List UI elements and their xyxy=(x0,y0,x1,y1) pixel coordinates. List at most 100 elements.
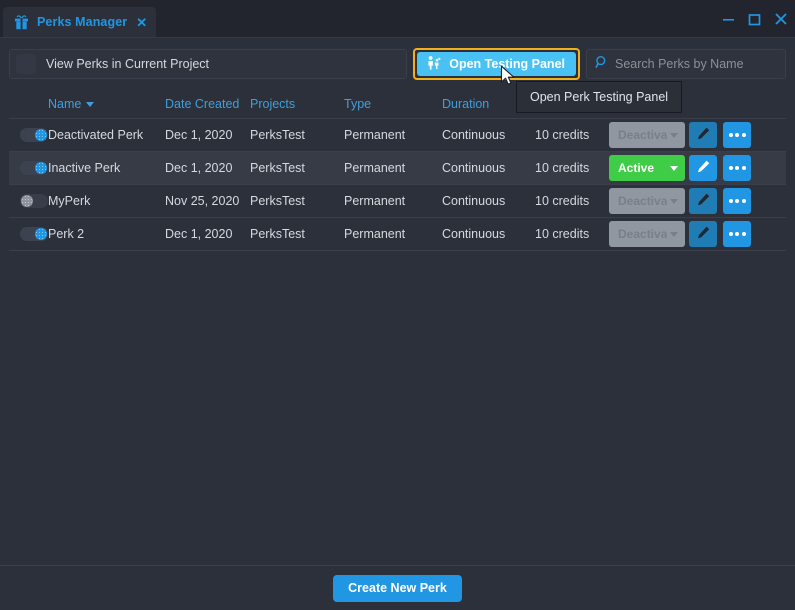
chevron-down-icon xyxy=(670,133,678,138)
perk-enabled-toggle[interactable] xyxy=(20,227,48,241)
person-testing-icon xyxy=(426,55,441,73)
state-cell: Active xyxy=(609,155,689,181)
perk-date: Nov 25, 2020 xyxy=(165,194,250,208)
search-box[interactable] xyxy=(586,49,786,79)
perk-enabled-toggle[interactable] xyxy=(20,194,48,208)
minimize-icon[interactable] xyxy=(722,13,735,31)
perk-project: PerksTest xyxy=(250,161,344,175)
state-cell: Deactiva xyxy=(609,221,689,247)
pencil-icon xyxy=(696,159,711,177)
column-header-name[interactable]: Name xyxy=(48,97,165,111)
more-cell xyxy=(723,221,757,247)
toggle-knob xyxy=(35,162,47,174)
perk-enabled-toggle[interactable] xyxy=(20,161,48,175)
column-header-type[interactable]: Type xyxy=(344,97,442,111)
perks-manager-window: Perks Manager ✕ View Perks in Current Pr… xyxy=(0,0,795,610)
perk-project: PerksTest xyxy=(250,227,344,241)
more-cell xyxy=(723,188,757,214)
perks-panel: View Perks in Current Project Open Testi… xyxy=(0,37,795,610)
pencil-icon xyxy=(696,192,711,210)
perk-cost: 10 credits xyxy=(535,194,609,208)
toggle-cell xyxy=(9,161,48,175)
maximize-icon[interactable] xyxy=(748,13,761,31)
chevron-down-icon xyxy=(670,199,678,204)
perk-state-dropdown[interactable]: Deactiva xyxy=(609,188,685,214)
edit-perk-button[interactable] xyxy=(689,221,717,247)
edit-perk-button[interactable] xyxy=(689,122,717,148)
table-row[interactable]: Inactive PerkDec 1, 2020PerksTestPermane… xyxy=(9,152,786,185)
open-testing-panel-button[interactable]: Open Testing Panel xyxy=(417,52,576,76)
table-row[interactable]: MyPerkNov 25, 2020PerksTestPermanentCont… xyxy=(9,185,786,218)
open-testing-panel-label: Open Testing Panel xyxy=(449,57,565,71)
edit-perk-button[interactable] xyxy=(689,188,717,214)
toolbar: View Perks in Current Project Open Testi… xyxy=(9,47,786,81)
tooltip: Open Perk Testing Panel xyxy=(516,81,682,113)
perk-project: PerksTest xyxy=(250,128,344,142)
perk-state-label: Deactiva xyxy=(618,194,667,208)
title-bar: Perks Manager ✕ xyxy=(0,0,795,37)
gift-icon xyxy=(13,14,30,31)
view-current-project-checkbox[interactable] xyxy=(16,54,36,74)
perk-name: Deactivated Perk xyxy=(48,128,165,142)
close-icon[interactable] xyxy=(774,12,788,31)
toggle-cell xyxy=(9,128,48,142)
perk-date: Dec 1, 2020 xyxy=(165,161,250,175)
perk-type: Permanent xyxy=(344,128,442,142)
edit-cell xyxy=(689,122,723,148)
column-header-projects[interactable]: Projects xyxy=(250,97,344,111)
more-actions-button[interactable] xyxy=(723,122,751,148)
window-controls xyxy=(722,12,788,31)
tab-perks-manager[interactable]: Perks Manager ✕ xyxy=(3,7,156,37)
perk-duration: Continuous xyxy=(442,161,535,175)
more-cell xyxy=(723,155,757,181)
ellipsis-icon xyxy=(729,199,746,203)
perk-date: Dec 1, 2020 xyxy=(165,227,250,241)
perk-cost: 10 credits xyxy=(535,128,609,142)
search-input[interactable] xyxy=(615,57,777,71)
perk-date: Dec 1, 2020 xyxy=(165,128,250,142)
footer: Create New Perk xyxy=(0,565,795,610)
view-current-project-label: View Perks in Current Project xyxy=(46,57,209,71)
more-actions-button[interactable] xyxy=(723,221,751,247)
perk-state-label: Deactiva xyxy=(618,128,667,142)
perk-duration: Continuous xyxy=(442,128,535,142)
toggle-cell xyxy=(9,227,48,241)
perk-duration: Continuous xyxy=(442,227,535,241)
perk-cost: 10 credits xyxy=(535,227,609,241)
view-current-project-row[interactable]: View Perks in Current Project xyxy=(9,49,407,79)
ellipsis-icon xyxy=(729,166,746,170)
column-header-date-created[interactable]: Date Created xyxy=(165,97,250,111)
chevron-down-icon xyxy=(86,102,94,107)
chevron-down-icon xyxy=(670,232,678,237)
more-cell xyxy=(723,122,757,148)
perk-state-dropdown[interactable]: Deactiva xyxy=(609,122,685,148)
perk-type: Permanent xyxy=(344,194,442,208)
perk-project: PerksTest xyxy=(250,194,344,208)
chevron-down-icon xyxy=(670,166,678,171)
edit-cell xyxy=(689,221,723,247)
perk-name: Perk 2 xyxy=(48,227,165,241)
perk-state-label: Active xyxy=(618,161,654,175)
state-cell: Deactiva xyxy=(609,122,689,148)
perk-name: MyPerk xyxy=(48,194,165,208)
create-new-perk-button[interactable]: Create New Perk xyxy=(333,575,462,602)
perk-state-dropdown[interactable]: Active xyxy=(609,155,685,181)
perks-table: Name Date Created Projects Type Duration… xyxy=(9,90,786,251)
table-row[interactable]: Perk 2Dec 1, 2020PerksTestPermanentConti… xyxy=(9,218,786,251)
close-icon[interactable]: ✕ xyxy=(136,16,147,29)
toggle-knob xyxy=(21,195,33,207)
edit-perk-button[interactable] xyxy=(689,155,717,181)
table-row[interactable]: Deactivated PerkDec 1, 2020PerksTestPerm… xyxy=(9,119,786,152)
more-actions-button[interactable] xyxy=(723,188,751,214)
open-testing-panel-highlight: Open Testing Panel xyxy=(413,48,580,80)
pencil-icon xyxy=(696,225,711,243)
ellipsis-icon xyxy=(729,133,746,137)
search-icon xyxy=(595,55,609,74)
perk-state-dropdown[interactable]: Deactiva xyxy=(609,221,685,247)
pencil-icon xyxy=(696,126,711,144)
more-actions-button[interactable] xyxy=(723,155,751,181)
ellipsis-icon xyxy=(729,232,746,236)
perk-enabled-toggle[interactable] xyxy=(20,128,48,142)
toggle-cell xyxy=(9,194,48,208)
perk-name: Inactive Perk xyxy=(48,161,165,175)
